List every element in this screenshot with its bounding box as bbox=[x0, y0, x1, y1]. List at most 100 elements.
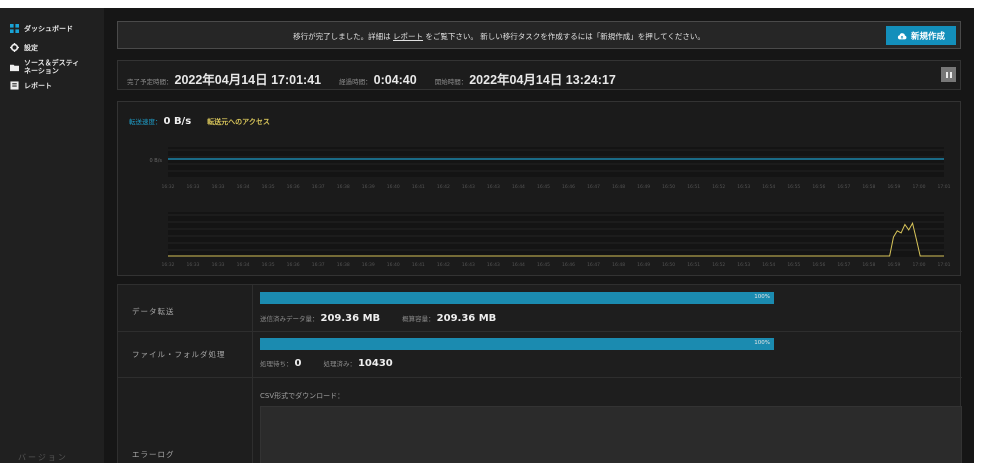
chart2-xtick-label: 16:57 bbox=[837, 262, 850, 268]
sidebar-item-source-destination[interactable]: ソース＆デスティ ネーション bbox=[10, 59, 79, 75]
chart2-xtick-label: 16:40 bbox=[387, 262, 400, 268]
notice-text: 移行が完了しました。詳細は レポート をご覧下さい。 新しい移行タスクを作成する… bbox=[118, 31, 880, 42]
done-value: 10430 bbox=[357, 358, 393, 369]
sidebar-item-settings[interactable]: 設定 bbox=[10, 43, 38, 52]
csv-download-label[interactable]: CSV形式でダウンロード： bbox=[260, 391, 344, 401]
stats-panel: データ転送 100% 送信済みデータ量： 209.36 MB 概算容量： 209… bbox=[117, 284, 962, 463]
sidebar-item-label: ソース＆デスティ ネーション bbox=[24, 59, 80, 75]
chart1-xtick-label: 16:49 bbox=[637, 184, 650, 190]
folder-icon bbox=[10, 64, 19, 71]
version-label: バージョン bbox=[18, 453, 68, 462]
completion-notice: 移行が完了しました。詳細は レポート をご覧下さい。 新しい移行タスクを作成する… bbox=[117, 21, 961, 49]
chart1-xtick-label: 16:52 bbox=[712, 184, 725, 190]
chart2-xtick-label: 16:56 bbox=[812, 262, 825, 268]
sent-label: 送信済みデータ量： bbox=[260, 315, 319, 323]
files-progress: 100% bbox=[260, 338, 774, 350]
elapsed-label: 経過時間： bbox=[339, 78, 372, 86]
sidebar-item-label: レポート bbox=[24, 81, 52, 90]
chart1-xtick-label: 16:32 bbox=[162, 184, 175, 190]
chart2-xtick-label: 16:37 bbox=[312, 262, 325, 268]
row-divider bbox=[118, 377, 962, 378]
sidebar-item-label: 設定 bbox=[24, 43, 38, 52]
chart2-xtick-label: 16:48 bbox=[612, 262, 625, 268]
chart2-xtick-label: 16:59 bbox=[887, 262, 900, 268]
sidebar: ダッシュボード 設定 ソース＆デスティ ネーション レポート バージョン bbox=[0, 8, 104, 463]
app-window: ダッシュボード 設定 ソース＆デスティ ネーション レポート バージョン 移行が… bbox=[0, 0, 984, 463]
chart1-xtick-label: 16:54 bbox=[762, 184, 775, 190]
row-divider bbox=[118, 331, 962, 332]
eta-value: 2022年04月14日 17:01:41 bbox=[174, 73, 322, 87]
chart1-xtick-label: 16:33 bbox=[212, 184, 225, 190]
report-icon bbox=[10, 81, 19, 90]
chart1-plot-bg bbox=[168, 147, 944, 177]
chart1-xtick-label: 16:39 bbox=[362, 184, 375, 190]
chart2-xtick-label: 16:46 bbox=[562, 262, 575, 268]
chart2-xtick-label: 16:35 bbox=[262, 262, 275, 268]
sidebar-item-report[interactable]: レポート bbox=[10, 81, 52, 90]
chart2-xtick-label: 16:54 bbox=[762, 262, 775, 268]
chart1-xtick-label: 16:51 bbox=[687, 184, 700, 190]
done-label: 処理済み： bbox=[323, 360, 356, 368]
dashboard-icon bbox=[10, 24, 19, 33]
chart1-xtick-label: 17:00 bbox=[912, 184, 925, 190]
chart2-xtick-label: 16:38 bbox=[337, 262, 350, 268]
pause-icon-bar bbox=[949, 71, 952, 78]
data-transfer-label: データ転送 bbox=[132, 307, 175, 316]
new-create-button[interactable]: 新規作成 bbox=[886, 26, 956, 45]
report-link[interactable]: レポート bbox=[393, 32, 423, 41]
sidebar-item-label: ダッシュボード bbox=[24, 24, 73, 33]
transfer-chart-panel: 転送速度： 0 B/s 転送元へのアクセス 0 B/s 16:32 16:33 16:… bbox=[117, 101, 961, 276]
chart1-xtick-label: 16:59 bbox=[887, 184, 900, 190]
chart2-xtick-label: 16:42 bbox=[437, 262, 450, 268]
error-log-area[interactable] bbox=[260, 406, 962, 463]
progress-percent: 100% bbox=[754, 340, 770, 346]
chart2-xtick-label: 16:33 bbox=[187, 262, 200, 268]
gear-icon bbox=[10, 43, 19, 52]
total-value: 209.36 MB bbox=[436, 313, 497, 324]
chart2-xtick-label: 16:58 bbox=[862, 262, 875, 268]
pause-icon bbox=[945, 71, 948, 78]
files-label: ファイル・フォルダ処理 bbox=[132, 350, 226, 359]
chart2-xtick-label: 16:51 bbox=[687, 262, 700, 268]
waiting-label: 処理待ち： bbox=[260, 360, 293, 368]
chart2-xtick-label: 16:49 bbox=[637, 262, 650, 268]
chart2-xtick-label: 16:53 bbox=[737, 262, 750, 268]
progress-fill bbox=[260, 338, 774, 350]
chart1-xtick-label: 16:33 bbox=[187, 184, 200, 190]
chart1-xtick-label: 16:50 bbox=[662, 184, 675, 190]
chart2-xtick-label: 16:44 bbox=[512, 262, 525, 268]
chart1-xtick-label: 16:56 bbox=[812, 184, 825, 190]
chart1-xtick-label: 16:43 bbox=[462, 184, 475, 190]
chart2-xtick-label: 16:39 bbox=[362, 262, 375, 268]
chart2-xtick-label: 16:45 bbox=[537, 262, 550, 268]
chart1-xtick-label: 16:58 bbox=[862, 184, 875, 190]
chart2-xtick-label: 16:52 bbox=[712, 262, 725, 268]
chart2-xtick-label: 16:55 bbox=[787, 262, 800, 268]
chart1-xtick-label: 16:43 bbox=[487, 184, 500, 190]
chart1-ytick-label: 0 B/s bbox=[150, 158, 163, 164]
chart1-xtick-label: 16:53 bbox=[737, 184, 750, 190]
column-divider bbox=[252, 285, 253, 463]
progress-percent: 100% bbox=[754, 294, 770, 300]
pause-button[interactable] bbox=[941, 67, 956, 82]
chart1-xtick-label: 16:48 bbox=[612, 184, 625, 190]
progress-fill bbox=[260, 292, 774, 304]
chart2-xtick-label: 16:34 bbox=[237, 262, 250, 268]
eta-label: 完了予定時間： bbox=[127, 78, 173, 86]
chart1-xtick-label: 16:44 bbox=[512, 184, 525, 190]
sidebar-item-dashboard[interactable]: ダッシュボード bbox=[10, 24, 73, 33]
time-info-bar: 完了予定時間： 2022年04月14日 17:01:41 経過時間： 0:04:… bbox=[117, 60, 961, 90]
chart1-xtick-label: 16:41 bbox=[412, 184, 425, 190]
chart1-xtick-label: 17:01 bbox=[938, 184, 951, 190]
chart2-xtick-label: 17:01 bbox=[938, 262, 951, 268]
chart1-xtick-label: 16:37 bbox=[312, 184, 325, 190]
start-label: 開始時間： bbox=[434, 78, 468, 86]
start-value: 2022年04月14日 13:24:17 bbox=[469, 73, 616, 87]
notice-text-after: をご覧下さい。 新しい移行タスクを作成するには「新規作成」を押してください。 bbox=[425, 32, 705, 41]
chart2-xtick-label: 16:36 bbox=[287, 262, 300, 268]
sent-value: 209.36 MB bbox=[320, 313, 381, 324]
chart1-xtick-label: 16:35 bbox=[262, 184, 275, 190]
waiting-value: 0 bbox=[294, 358, 302, 369]
chart1-xtick-label: 16:57 bbox=[837, 184, 850, 190]
main-content: 移行が完了しました。詳細は レポート をご覧下さい。 新しい移行タスクを作成する… bbox=[104, 8, 974, 463]
